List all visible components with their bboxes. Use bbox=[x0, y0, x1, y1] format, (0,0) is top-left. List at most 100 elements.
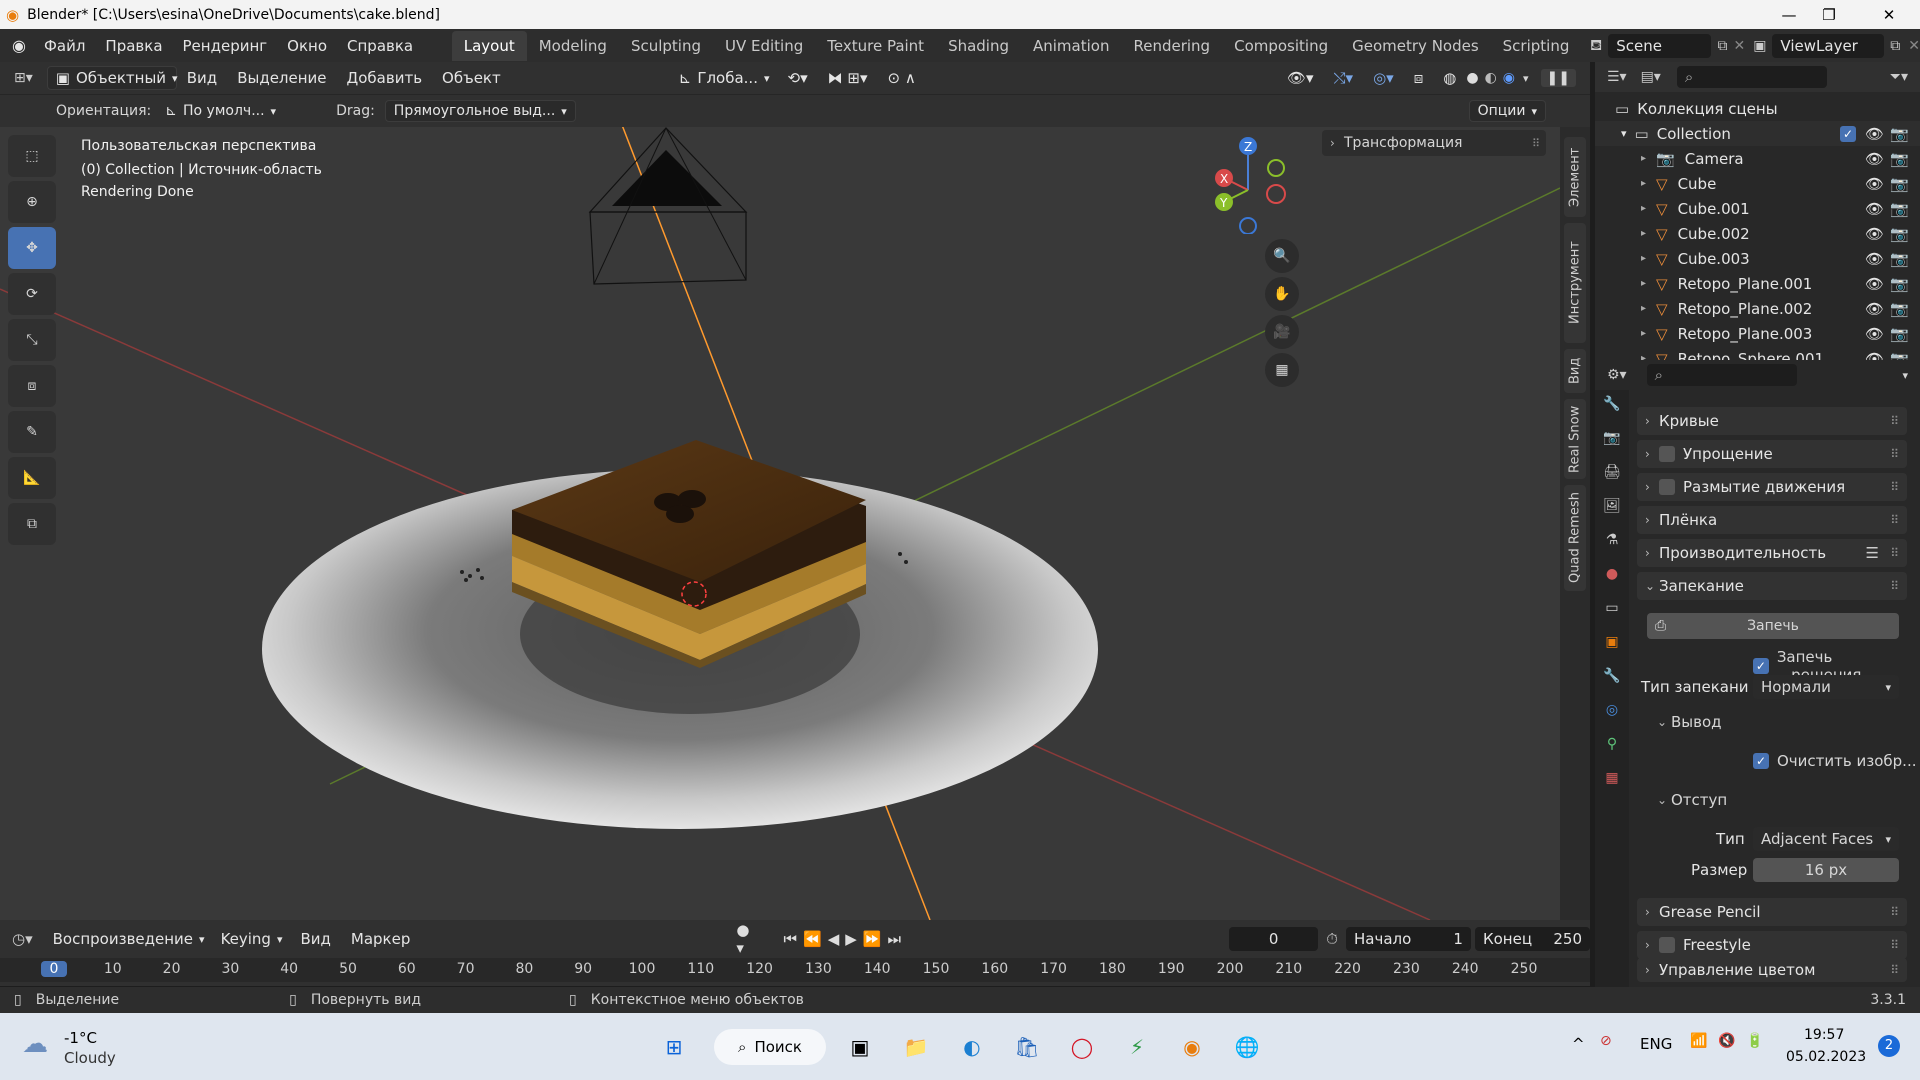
mode-dropdown[interactable]: ▣ Объектный ▾ bbox=[46, 66, 178, 90]
chevron-right-icon[interactable]: ▸ bbox=[1641, 253, 1646, 264]
tab-compositing[interactable]: Compositing bbox=[1222, 31, 1340, 61]
pan-hand-icon[interactable]: ✋ bbox=[1265, 277, 1299, 311]
options-dropdown[interactable]: Опции ▾ bbox=[1468, 100, 1546, 122]
physics-tab-icon[interactable]: ◎ bbox=[1595, 702, 1629, 736]
measure-tool-icon[interactable]: 📐 bbox=[8, 457, 56, 499]
task-view-icon[interactable]: ▣ bbox=[843, 1030, 877, 1064]
chevron-down-icon[interactable]: ▾ bbox=[1523, 72, 1529, 85]
gizmo-toggle-icon[interactable]: ⤭▾ bbox=[1324, 69, 1364, 87]
app-globe-icon[interactable]: 🌐 bbox=[1230, 1030, 1264, 1064]
keying-dropdown[interactable]: Keying ▾ bbox=[213, 928, 291, 950]
volume-icon[interactable]: 🔇 bbox=[1718, 1033, 1735, 1049]
tab-scripting[interactable]: Scripting bbox=[1491, 31, 1582, 61]
chevron-up-icon[interactable]: ^ bbox=[1572, 1035, 1585, 1053]
menu-select[interactable]: Выделение bbox=[227, 69, 336, 87]
store-icon[interactable]: 🛍 bbox=[1010, 1030, 1044, 1064]
list-icon[interactable]: ☰ bbox=[1866, 544, 1879, 562]
timeline-editor-icon[interactable]: ◷▾ bbox=[12, 930, 33, 948]
new-view-layer-icon[interactable]: ⧉ bbox=[1890, 38, 1900, 54]
drag-handle-icon[interactable]: ⠿ bbox=[1890, 579, 1899, 593]
drag-handle-icon[interactable]: ⠿ bbox=[1890, 963, 1899, 977]
margin-size-field[interactable]: 16 px bbox=[1753, 858, 1899, 882]
camera-render-icon[interactable]: 📷 bbox=[1890, 300, 1909, 318]
camera-render-icon[interactable]: 📷 bbox=[1890, 200, 1909, 218]
drag-handle-icon[interactable]: ⠿ bbox=[1890, 480, 1899, 494]
outliner-item[interactable]: ▸ ▽ Cube.002 👁 📷 bbox=[1595, 221, 1920, 246]
filter-icon[interactable]: ⏷▾ bbox=[1890, 69, 1908, 85]
eye-icon[interactable]: 👁 bbox=[1865, 300, 1884, 318]
chevron-right-icon[interactable]: ▸ bbox=[1641, 228, 1646, 239]
clear-image-checkbox[interactable]: ✓ Очистить изобр... bbox=[1753, 752, 1916, 770]
wifi-icon[interactable]: 📶 bbox=[1690, 1033, 1707, 1049]
file-explorer-icon[interactable]: 📁 bbox=[899, 1030, 933, 1064]
blender-taskbar-icon[interactable]: ◉ bbox=[1175, 1030, 1209, 1064]
margin-type-dropdown[interactable]: Adjacent Faces ▾ bbox=[1753, 827, 1899, 851]
ortho-grid-icon[interactable]: ▦ bbox=[1265, 353, 1299, 387]
3d-viewport[interactable]: Пользовательская перспектива (0) Collect… bbox=[0, 94, 1560, 920]
camera-render-icon[interactable]: 📷 bbox=[1890, 275, 1909, 293]
outliner-item[interactable]: ▸ ▽ Cube.001 👁 📷 bbox=[1595, 196, 1920, 221]
bake-button[interactable]: ⎙ Запечь bbox=[1647, 613, 1899, 639]
notification-badge[interactable]: 2 bbox=[1878, 1035, 1900, 1057]
tab-sculpting[interactable]: Sculpting bbox=[619, 31, 713, 61]
drag-handle-icon[interactable]: ⠿ bbox=[1890, 447, 1899, 461]
chevron-right-icon[interactable]: ▸ bbox=[1641, 303, 1646, 314]
scene-tab-icon[interactable]: ⚗ bbox=[1595, 532, 1629, 566]
annotate-tool-icon[interactable]: ✎ bbox=[8, 411, 56, 453]
rotate-tool-icon[interactable]: ⟳ bbox=[8, 273, 56, 315]
current-frame-field[interactable]: 0 bbox=[1228, 927, 1319, 951]
network-error-icon[interactable]: ⊘ bbox=[1600, 1033, 1612, 1049]
tab-layout[interactable]: Layout bbox=[451, 30, 527, 61]
visibility-icon[interactable]: 👁▾ bbox=[1277, 69, 1324, 87]
chevron-right-icon[interactable]: ▸ bbox=[1641, 178, 1646, 189]
properties-editor-icon[interactable]: ⚙▾ bbox=[1607, 367, 1627, 383]
chevron-right-icon[interactable]: ▸ bbox=[1641, 203, 1646, 214]
outliner-item[interactable]: ▸ ▽ Retopo_Plane.001 👁 📷 bbox=[1595, 271, 1920, 296]
view-layer-icon[interactable]: ▣ bbox=[1753, 38, 1766, 54]
tab-geometry-nodes[interactable]: Geometry Nodes bbox=[1340, 31, 1491, 61]
transform-tool-icon[interactable]: ⧈ bbox=[8, 365, 56, 407]
orientation-dropdown[interactable]: ⊾ По умолч... ▾ bbox=[157, 101, 284, 121]
pause-render-icon[interactable]: ❚❚ bbox=[1540, 69, 1576, 87]
camera-render-icon[interactable]: 📷 bbox=[1890, 250, 1909, 268]
panel-bake[interactable]: ⌄ Запекание ⠿ bbox=[1637, 572, 1907, 600]
panel-curves[interactable]: › Кривые ⠿ bbox=[1637, 407, 1907, 435]
eye-icon[interactable]: 👁 bbox=[1865, 175, 1884, 193]
outliner-editor-icon[interactable]: ☰▾ bbox=[1607, 69, 1627, 85]
tab-animation[interactable]: Animation bbox=[1021, 31, 1121, 61]
tab-real-snow[interactable]: Real Snow bbox=[1564, 399, 1586, 479]
drag-handle-icon[interactable]: ⠿ bbox=[1890, 938, 1899, 952]
transform-panel-header[interactable]: › Трансформация ⠿ bbox=[1322, 130, 1546, 156]
overlays-toggle-icon[interactable]: ◎▾ bbox=[1363, 69, 1404, 87]
windows-start-icon[interactable]: ⊞ bbox=[657, 1030, 691, 1064]
editor-type-icon[interactable]: ⊞▾ bbox=[14, 70, 33, 86]
timeline-menu-view[interactable]: Вид bbox=[290, 930, 340, 948]
timeline-menu-marker[interactable]: Маркер bbox=[341, 930, 420, 948]
opera-icon[interactable]: ◯ bbox=[1065, 1030, 1099, 1064]
menu-view[interactable]: Вид bbox=[177, 69, 227, 87]
cursor-tool-icon[interactable]: ⊕ bbox=[8, 181, 56, 223]
panel-freestyle[interactable]: › Freestyle ⠿ bbox=[1637, 931, 1907, 959]
chevron-right-icon[interactable]: ▸ bbox=[1641, 153, 1646, 164]
tab-tool[interactable]: Инструмент bbox=[1564, 223, 1586, 343]
eye-icon[interactable]: 👁 bbox=[1865, 225, 1884, 243]
menu-edit[interactable]: Правка bbox=[95, 37, 172, 55]
tab-shading[interactable]: Shading bbox=[936, 31, 1021, 61]
close-button[interactable]: ✕ bbox=[1866, 0, 1912, 29]
outliner-item[interactable]: ▸ ▽ Retopo_Plane.002 👁 📷 bbox=[1595, 296, 1920, 321]
menu-add[interactable]: Добавить bbox=[337, 69, 433, 87]
outliner-root[interactable]: ▭ Коллекция сцены bbox=[1595, 96, 1920, 121]
output-tab-icon[interactable]: 🖨 bbox=[1595, 464, 1629, 498]
properties-search-input[interactable]: ⌕ bbox=[1646, 364, 1797, 386]
panel-simplify[interactable]: › Упрощение ⠿ bbox=[1637, 440, 1907, 468]
timeline-ruler[interactable]: 0 10 20 30 40 50 60 70 80 90 100 110 120 130 140 150 160… bbox=[0, 958, 1590, 982]
menu-help[interactable]: Справка bbox=[337, 37, 423, 55]
eye-icon[interactable]: 👁 bbox=[1865, 250, 1884, 268]
panel-performance[interactable]: › Производительность ☰ ⠿ bbox=[1637, 539, 1907, 567]
object-tab-icon[interactable]: ▣ bbox=[1595, 634, 1629, 668]
display-mode-icon[interactable]: ▤▾ bbox=[1641, 69, 1661, 85]
camera-render-icon[interactable]: 📷 bbox=[1890, 125, 1909, 143]
pivot-point-icon[interactable]: ⟲▾ bbox=[778, 69, 818, 87]
drag-handle-icon[interactable]: ⠿ bbox=[1890, 414, 1899, 428]
menu-render[interactable]: Рендеринг bbox=[173, 37, 278, 55]
